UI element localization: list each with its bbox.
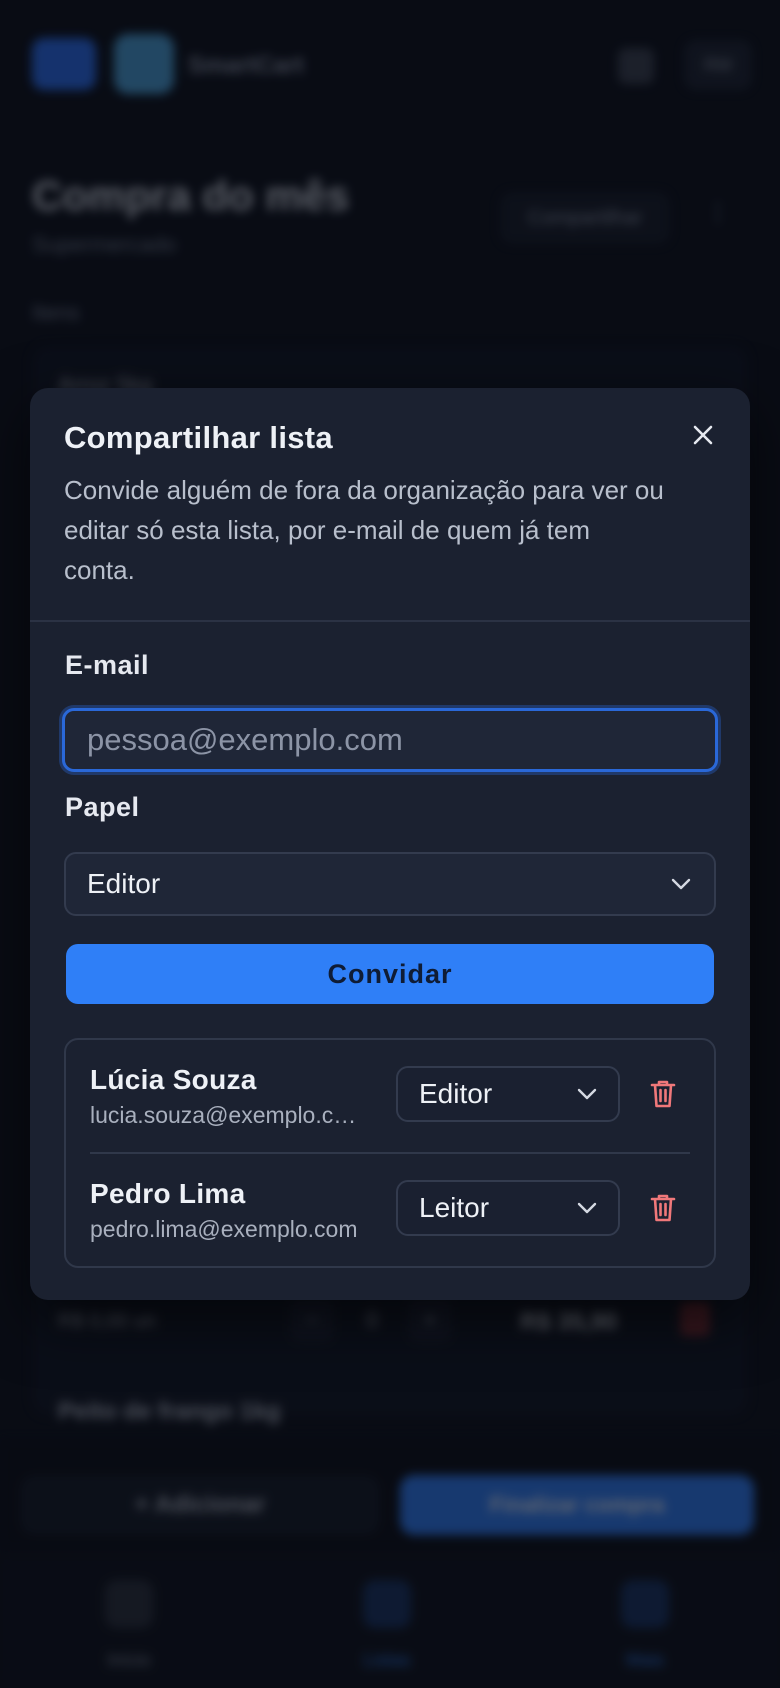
modal-description: Convide alguém de fora da organização pa… xyxy=(64,475,664,585)
chevron-down-icon xyxy=(577,1202,597,1214)
close-button[interactable] xyxy=(686,418,720,452)
member-email: pedro.lima@exemplo.com xyxy=(90,1216,358,1242)
trash-icon xyxy=(650,1080,676,1108)
modal-title: Compartilhar lista xyxy=(64,420,333,455)
member-role-value: Editor xyxy=(419,1078,493,1109)
remove-member-button[interactable] xyxy=(646,1077,680,1111)
chevron-down-icon xyxy=(671,878,691,890)
trash-icon xyxy=(650,1194,676,1222)
list-item: Lúcia Souza lucia.souza@exemplo.com Edit… xyxy=(66,1040,714,1152)
remove-member-button[interactable] xyxy=(646,1191,680,1225)
email-label: E-mail xyxy=(65,650,150,680)
invite-button[interactable]: Convidar xyxy=(66,944,714,1004)
member-role-select[interactable]: Leitor xyxy=(396,1180,620,1236)
list-item: Pedro Lima pedro.lima@exemplo.com Leitor xyxy=(66,1154,714,1266)
email-input[interactable] xyxy=(62,708,718,772)
member-role-value: Leitor xyxy=(419,1192,490,1223)
chevron-down-icon xyxy=(577,1088,597,1100)
share-list-modal: Compartilhar lista Convide alguém de for… xyxy=(30,388,750,1300)
member-name: Lúcia Souza xyxy=(90,1064,257,1095)
member-name: Pedro Lima xyxy=(90,1178,246,1209)
role-select[interactable]: Editor xyxy=(64,852,716,916)
close-icon xyxy=(693,425,713,445)
member-role-select[interactable]: Editor xyxy=(396,1066,620,1122)
divider xyxy=(30,620,750,622)
members-list: Lúcia Souza lucia.souza@exemplo.com Edit… xyxy=(64,1038,716,1268)
role-select-value: Editor xyxy=(87,868,161,899)
role-label: Papel xyxy=(65,792,140,822)
member-email: lucia.souza@exemplo.com xyxy=(90,1102,358,1128)
